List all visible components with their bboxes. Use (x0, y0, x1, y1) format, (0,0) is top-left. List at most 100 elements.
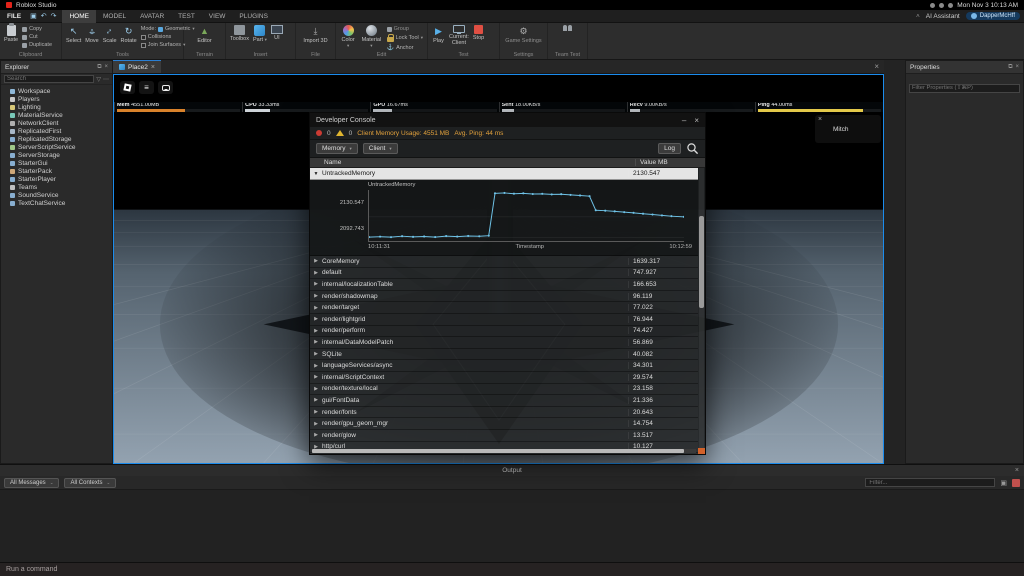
copy-button[interactable]: Copy (22, 26, 52, 32)
popup-close-icon[interactable]: × (818, 116, 822, 123)
contexts-filter-dropdown[interactable]: All Contexts⌄ (64, 478, 116, 488)
properties-filter-input[interactable] (909, 84, 1020, 93)
roblox-menu-button[interactable] (120, 81, 135, 94)
tray-volume-icon[interactable] (948, 3, 953, 8)
select-tool-button[interactable]: ↖ Select (66, 25, 81, 44)
table-row-selected[interactable]: ▼ UntrackedMemory 2130.547 (310, 168, 698, 180)
table-row[interactable]: ▶ default 747.927 (310, 268, 698, 280)
play-button[interactable]: ▶ Play (432, 25, 445, 44)
name-column-header[interactable]: Name (310, 159, 635, 166)
tab-place2[interactable]: Place2 × (113, 60, 161, 73)
expand-icon[interactable]: ▼ (310, 171, 322, 177)
perf-segment[interactable]: Sent 18.00KB/s (499, 102, 627, 112)
console-tab-dropdown[interactable]: Memory▾ (316, 143, 358, 154)
ribbon-tab[interactable]: PLUGINS (232, 10, 275, 23)
table-row[interactable]: ▶ render/fonts 20.643 (310, 407, 698, 419)
scrollbar-thumb[interactable] (699, 216, 704, 308)
console-vertical-scrollbar[interactable] (699, 168, 704, 449)
group-button[interactable]: Group (387, 26, 423, 32)
table-row[interactable]: ▶ render/lightgrid 76.944 (310, 314, 698, 326)
user-account-chip[interactable]: DapperMcHff (966, 12, 1020, 20)
perf-segment[interactable]: GPU 16.67ms (370, 102, 498, 112)
explorer-more-icon[interactable]: ⋯ (103, 76, 109, 83)
table-row[interactable]: ▶ render/gpu_geom_mgr 14.754 (310, 418, 698, 430)
ai-assistant-button[interactable]: AI Assistant (926, 13, 960, 20)
redo-icon[interactable]: ↷ (51, 12, 57, 20)
expand-icon[interactable]: ▶ (310, 258, 322, 264)
move-tool-button[interactable]: ↔↕ Move (85, 25, 98, 44)
paste-button[interactable]: Paste (4, 25, 18, 43)
table-row[interactable]: ▶ internal/localizationTable 166.653 (310, 279, 698, 291)
explorer-tree-item[interactable]: ReplicatedStorage (1, 135, 112, 143)
terrain-editor-button[interactable]: ▲ Editor (197, 25, 211, 44)
table-row[interactable]: ▶ render/perform 74.427 (310, 326, 698, 338)
explorer-tree-item[interactable]: TextChatService (1, 199, 112, 207)
import-3d-button[interactable]: ⤓ Import 3D (303, 25, 327, 44)
current-client-dropdown[interactable]: Current:Client (449, 25, 469, 46)
float-panel-icon[interactable]: ⧉ (97, 64, 101, 71)
expand-icon[interactable]: ▶ (310, 281, 322, 287)
output-filter-input[interactable] (865, 478, 995, 487)
ribbon-tab[interactable]: MODEL (96, 10, 133, 23)
explorer-tree-item[interactable]: Players (1, 95, 112, 103)
explorer-tree-item[interactable]: Lighting (1, 103, 112, 111)
cut-button[interactable]: Cut (22, 34, 52, 40)
team-test-button[interactable] (563, 25, 572, 31)
tab-close-icon[interactable]: × (151, 64, 155, 71)
expand-icon[interactable]: ▶ (310, 328, 322, 334)
table-row[interactable]: ▶ render/target 77.022 (310, 302, 698, 314)
filter-funnel-icon[interactable]: ▽ (96, 76, 101, 83)
expand-icon[interactable]: ▶ (310, 374, 322, 380)
log-button[interactable]: Log (658, 143, 681, 154)
explorer-tree-item[interactable]: ServerStorage (1, 151, 112, 159)
console-context-dropdown[interactable]: Client▾ (363, 143, 398, 154)
explorer-tree-item[interactable]: ServerScriptService (1, 143, 112, 151)
viewport-close-icon[interactable]: × (874, 62, 884, 71)
rotate-tool-button[interactable]: ↻ Rotate (121, 25, 137, 44)
command-bar[interactable]: Run a command (0, 562, 1024, 576)
expand-icon[interactable]: ▶ (310, 386, 322, 392)
clear-output-button[interactable] (1012, 479, 1020, 487)
file-menu-button[interactable]: FILE (0, 13, 28, 20)
chat-button[interactable] (158, 81, 173, 94)
explorer-search-input[interactable] (4, 75, 94, 83)
messages-filter-dropdown[interactable]: All Messages⌄ (4, 478, 59, 488)
ribbon-tab[interactable]: AVATAR (133, 10, 171, 23)
scale-tool-button[interactable]: ↕ Scale (103, 25, 117, 44)
ribbon-tab[interactable]: TEST (171, 10, 202, 23)
anchor-toggle[interactable]: ⚓Anchor (387, 44, 423, 51)
expand-icon[interactable]: ▶ (310, 421, 322, 427)
console-resize-grip[interactable] (698, 448, 705, 454)
table-row[interactable]: ▶ render/texture/local 23.158 (310, 384, 698, 396)
table-row[interactable]: ▶ gui/FontData 21.336 (310, 395, 698, 407)
collapse-ribbon-icon[interactable]: ˄ (916, 13, 920, 20)
explorer-tree-item[interactable]: SoundService (1, 191, 112, 199)
explorer-tree-item[interactable]: StarterGui (1, 159, 112, 167)
table-row[interactable]: ▶ languageServices/async 34.301 (310, 360, 698, 372)
ribbon-tab[interactable]: VIEW (202, 10, 233, 23)
toolbox-button[interactable]: Toolbox (230, 25, 249, 42)
console-close-icon[interactable]: × (694, 116, 699, 125)
expand-icon[interactable]: ▶ (310, 409, 322, 415)
table-row[interactable]: ▶ internal/ScriptContext 29.574 (310, 372, 698, 384)
table-row[interactable]: ▶ SQLite 40.082 (310, 349, 698, 361)
tray-network-icon[interactable] (939, 3, 944, 8)
close-panel-icon[interactable]: × (1015, 64, 1019, 71)
perf-segment[interactable]: Mem 4551.00MB (114, 102, 242, 112)
output-close-icon[interactable]: × (1015, 467, 1019, 474)
table-row[interactable]: ▶ render/glow 13.517 (310, 430, 698, 442)
player-popup[interactable]: × Mitch (815, 115, 881, 143)
tray-status-icon[interactable] (930, 3, 935, 8)
ui-button[interactable]: UI (271, 25, 283, 41)
save-icon[interactable]: ▣ (30, 12, 37, 20)
undo-icon[interactable]: ↶ (41, 12, 47, 20)
explorer-tree-item[interactable]: StarterPack (1, 167, 112, 175)
expand-icon[interactable]: ▶ (310, 305, 322, 311)
table-row[interactable]: ▶ internal/DataModelPatch 56.869 (310, 337, 698, 349)
expand-icon[interactable]: ▶ (310, 316, 322, 322)
hamburger-menu-button[interactable]: ≡ (139, 81, 154, 94)
console-horizontal-scrollbar[interactable] (312, 449, 696, 453)
table-row[interactable]: ▶ render/shadowmap 96.119 (310, 291, 698, 303)
game-settings-button[interactable]: ⚙ Game Settings (505, 25, 541, 44)
expand-icon[interactable]: ▶ (310, 432, 322, 438)
